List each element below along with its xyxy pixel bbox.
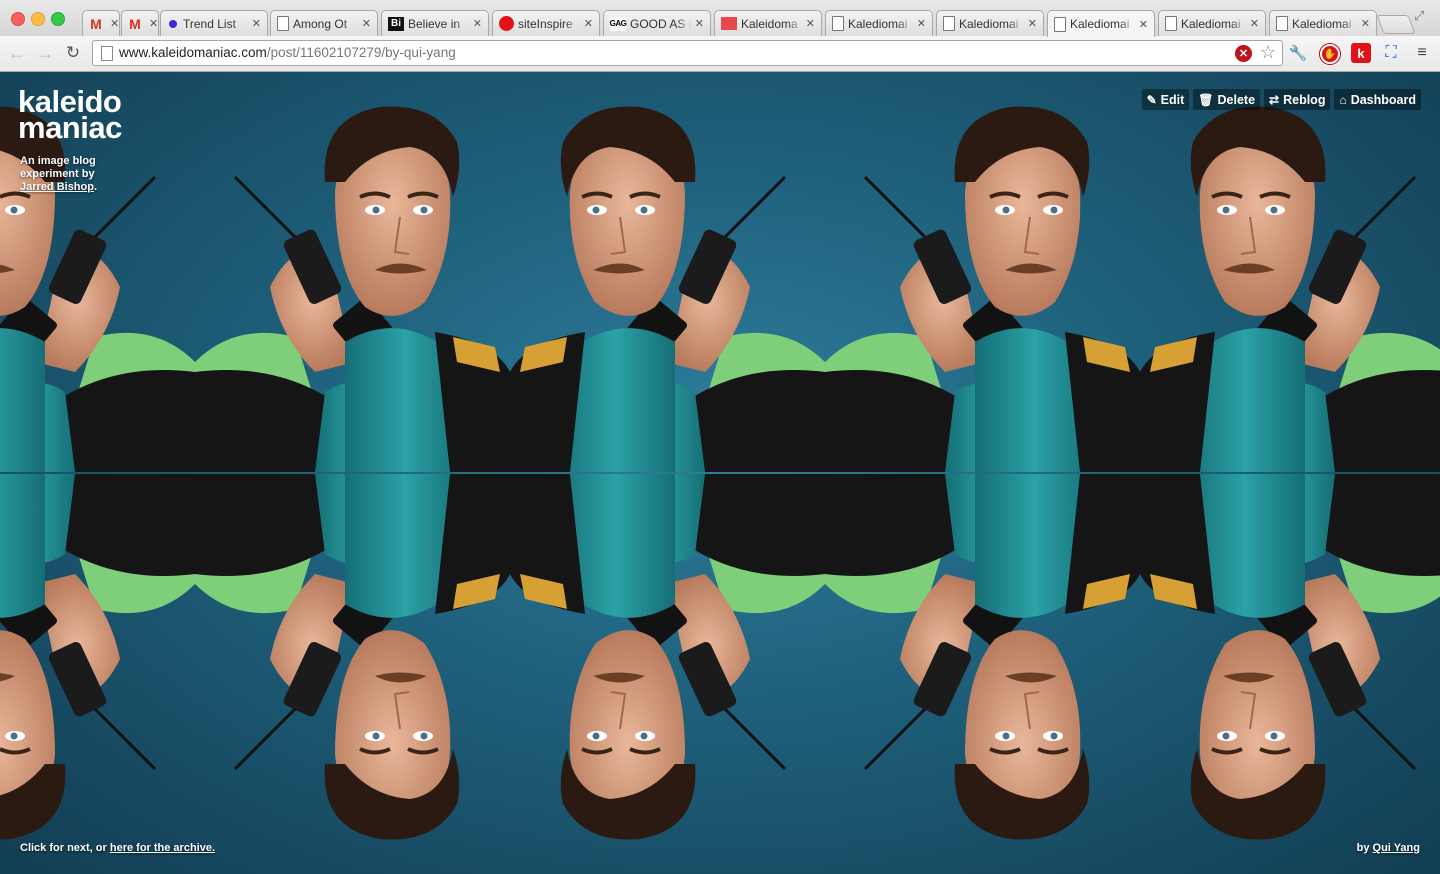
forward-arrow-icon[interactable]: → — [34, 42, 56, 64]
tab-among-others[interactable]: Among Ot ✕ — [270, 10, 378, 36]
bi-icon: Bi — [388, 16, 404, 31]
tab-good-as[interactable]: GAG GOOD AS ( ✕ — [603, 10, 711, 36]
mirror-tile — [510, 72, 825, 874]
tab-gmail-2[interactable]: M ✕ — [121, 10, 159, 36]
kaleidoscope-image[interactable]: kaleido maniac An image blog experiment … — [0, 72, 1440, 874]
mirror-tile — [825, 72, 1140, 874]
reblog-button[interactable]: ⇄ Reblog — [1264, 89, 1331, 110]
tab-kalediomai-5[interactable]: Kalediomai ✕ — [1269, 10, 1377, 36]
tab-kalediomai-1[interactable]: Kalediomai ✕ — [825, 10, 933, 36]
close-tab-icon[interactable]: ✕ — [695, 17, 704, 30]
credit-link[interactable]: Qui Yang — [1373, 842, 1420, 854]
edit-icon: ✎ — [1146, 92, 1157, 107]
adblock-icon[interactable]: ✋ — [1320, 44, 1340, 64]
edit-label: Edit — [1160, 92, 1185, 107]
address-bar[interactable]: www.kaleidomaniac.com/post/11602107279/b… — [92, 40, 1283, 66]
minimize-window-button[interactable] — [31, 12, 45, 26]
dashboard-button[interactable]: ⌂ Dashboard — [1334, 89, 1421, 110]
url-text: www.kaleidomaniac.com/post/11602107279/b… — [119, 41, 456, 65]
tagline: An image blog experiment by Jarred Bisho… — [20, 155, 120, 194]
delete-button[interactable]: 🗑 Delete — [1193, 89, 1261, 110]
edit-button[interactable]: ✎ Edit — [1141, 89, 1190, 110]
footer-navigation: Click for next, or here for the archive. — [20, 842, 215, 854]
browser-toolbar: ← → ↻ www.kaleidomaniac.com/post/1160210… — [0, 36, 1440, 72]
reblog-label: Reblog — [1283, 92, 1326, 107]
close-tab-icon[interactable]: ✕ — [473, 17, 482, 30]
close-window-button[interactable] — [11, 12, 25, 26]
home-icon: ⌂ — [1339, 92, 1347, 107]
close-tab-icon[interactable]: ✕ — [362, 17, 371, 30]
red-circle-icon — [499, 16, 514, 31]
klout-icon[interactable]: k — [1351, 43, 1371, 63]
reload-icon[interactable]: ↻ — [62, 42, 84, 64]
menu-icon[interactable]: ≡ — [1412, 43, 1432, 63]
gag-icon: GAG — [610, 16, 627, 31]
footer-text: Click for next, or — [20, 842, 110, 854]
dashboard-label: Dashboard — [1350, 92, 1416, 107]
screen-capture-icon[interactable]: ⛶ — [1381, 43, 1401, 63]
tumblr-controls: ✎ Edit 🗑 Delete ⇄ Reblog ⌂ Dashboard — [1141, 89, 1421, 110]
close-tab-icon[interactable]: ✕ — [806, 17, 815, 30]
document-icon — [832, 16, 844, 31]
close-tab-icon[interactable]: ✕ — [1361, 17, 1370, 30]
trash-icon: 🗑 — [1198, 92, 1214, 107]
fullscreen-icon[interactable]: ⤢ — [1414, 8, 1424, 24]
tagline-text: An image blog experiment by — [20, 155, 96, 180]
document-icon — [943, 16, 955, 31]
photo-credit: by Qui Yang — [1357, 842, 1420, 854]
url-path: /post/11602107279/by-qui-yang — [266, 45, 456, 60]
close-tab-icon[interactable]: ✕ — [110, 17, 119, 30]
tab-strip: M ✕ M ✕ Trend List ✕ Among Ot ✕ Bi Belie… — [0, 0, 1440, 37]
tab-kaleidomaniac-1[interactable]: Kaleidoma ✕ — [714, 10, 822, 36]
document-icon — [1276, 16, 1288, 31]
url-domain: www.kaleidomaniac.com — [119, 45, 267, 60]
close-tab-icon[interactable]: ✕ — [917, 17, 926, 30]
author-link[interactable]: Jarred Bishop — [20, 181, 94, 193]
tab-kalediomai-2[interactable]: Kalediomai ✕ — [936, 10, 1044, 36]
page-icon — [101, 46, 113, 61]
reblog-icon: ⇄ — [1269, 92, 1280, 107]
tab-gmail-1[interactable]: M ✕ — [82, 10, 120, 36]
delete-label: Delete — [1217, 92, 1256, 107]
tab-siteinspire[interactable]: siteInspire ✕ — [492, 10, 600, 36]
gmail-icon: M — [90, 15, 102, 32]
mirror-tile — [1140, 72, 1440, 874]
back-arrow-icon[interactable]: ← — [6, 42, 28, 64]
close-tab-icon[interactable]: ✕ — [252, 17, 261, 30]
close-tab-icon[interactable]: ✕ — [1028, 17, 1037, 30]
tab-believe-in[interactable]: Bi Believe in ✕ — [381, 10, 489, 36]
document-icon — [1165, 16, 1177, 31]
document-icon — [277, 16, 289, 31]
credit-text: by — [1356, 842, 1373, 854]
bookmark-star-icon[interactable]: ☆ — [1260, 42, 1276, 63]
close-tab-icon[interactable]: ✕ — [1139, 18, 1148, 31]
close-tab-icon[interactable]: ✕ — [1250, 17, 1259, 30]
new-tab-button[interactable] — [1376, 15, 1416, 34]
tab-kalediomai-4[interactable]: Kalediomai ✕ — [1158, 10, 1266, 36]
mirror-tile — [195, 72, 510, 874]
close-tab-icon[interactable]: ✕ — [584, 17, 593, 30]
zoom-window-button[interactable] — [51, 12, 65, 26]
logo-line-2: maniac — [18, 110, 122, 145]
extension-stop-icon[interactable]: ✕ — [1235, 45, 1252, 62]
tagline-period: . — [93, 181, 98, 193]
wrench-icon[interactable]: 🔧 — [1288, 43, 1308, 63]
dot-icon — [169, 19, 177, 28]
kaleidomaniac-icon — [721, 17, 737, 30]
archive-link[interactable]: here for the archive. — [110, 842, 215, 854]
tab-kalediomai-active[interactable]: Kalediomai ✕ — [1047, 10, 1155, 37]
gmail-icon: M — [129, 15, 141, 32]
tab-trend-list[interactable]: Trend List ✕ — [160, 10, 268, 36]
close-tab-icon[interactable]: ✕ — [149, 17, 158, 30]
document-icon — [1054, 16, 1066, 32]
site-logo[interactable]: kaleido maniac — [18, 86, 122, 145]
